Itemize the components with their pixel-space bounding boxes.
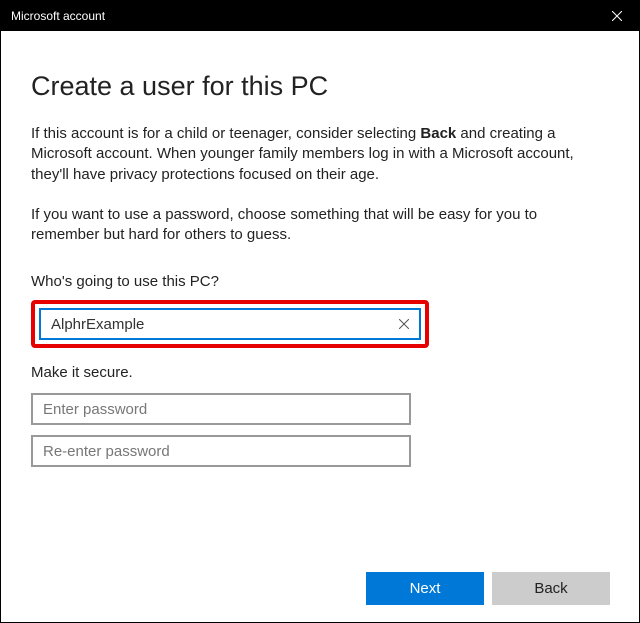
next-button[interactable]: Next bbox=[366, 572, 484, 605]
close-icon bbox=[612, 11, 622, 21]
close-button[interactable] bbox=[594, 1, 639, 31]
description-1: If this account is for a child or teenag… bbox=[31, 124, 609, 185]
x-icon bbox=[399, 319, 409, 329]
password-input[interactable] bbox=[31, 393, 411, 425]
titlebar: Microsoft account bbox=[1, 1, 639, 31]
desc1-bold: Back bbox=[420, 125, 456, 142]
secure-label: Make it secure. bbox=[31, 364, 609, 381]
username-input[interactable] bbox=[39, 308, 421, 340]
content-area: Create a user for this PC If this accoun… bbox=[1, 31, 639, 477]
confirm-password-input[interactable] bbox=[31, 435, 411, 467]
footer-buttons: Next Back bbox=[366, 572, 610, 605]
username-highlight bbox=[31, 300, 429, 348]
clear-input-button[interactable] bbox=[395, 312, 413, 336]
username-label: Who's going to use this PC? bbox=[31, 273, 609, 290]
desc1-pre: If this account is for a child or teenag… bbox=[31, 125, 420, 142]
username-field-wrap bbox=[39, 308, 421, 340]
description-2: If you want to use a password, choose so… bbox=[31, 205, 609, 246]
back-button[interactable]: Back bbox=[492, 572, 610, 605]
page-title: Create a user for this PC bbox=[31, 71, 609, 102]
window-title: Microsoft account bbox=[11, 9, 105, 23]
